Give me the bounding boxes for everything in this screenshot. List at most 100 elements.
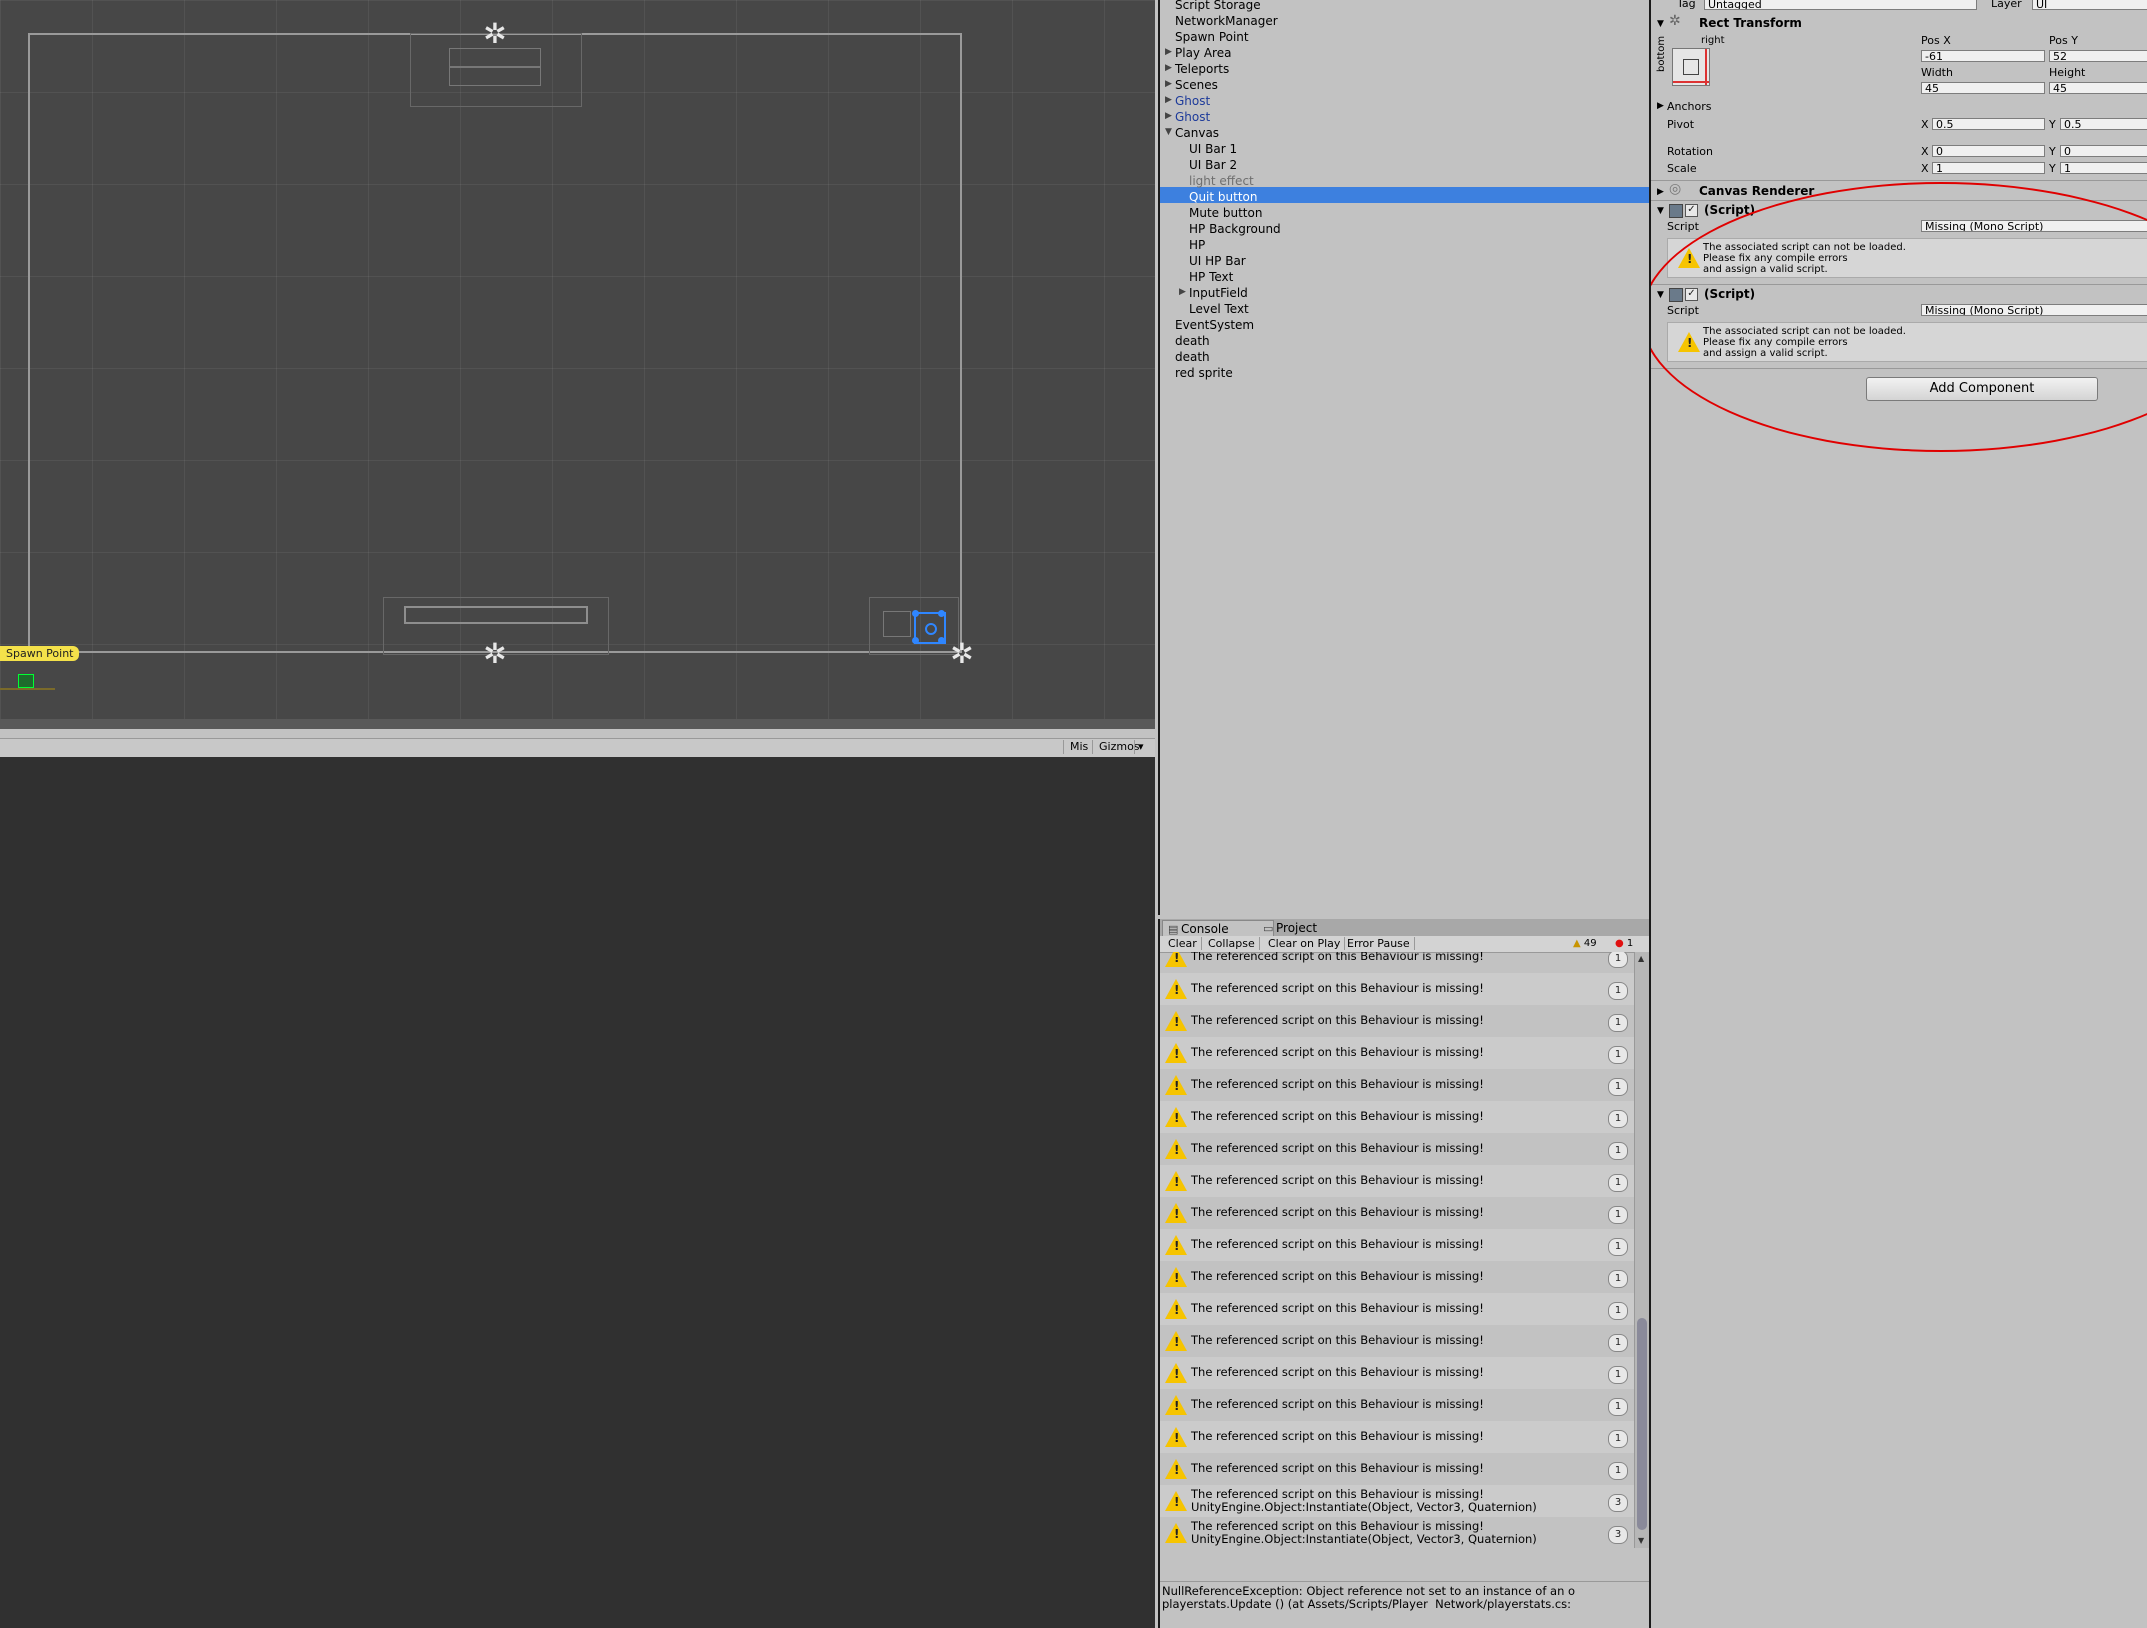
scrollbar-thumb[interactable]	[1637, 1318, 1647, 1530]
log-entry[interactable]: The referenced script on this Behaviour …	[1160, 1229, 1634, 1261]
game-view[interactable]	[0, 757, 1155, 1628]
warning-filter-button[interactable]: ▲ 49	[1573, 937, 1597, 950]
log-entry[interactable]: The referenced script on this Behaviour …	[1160, 1197, 1634, 1229]
console-detail-pane[interactable]: NullReferenceException: Object reference…	[1160, 1581, 1649, 1628]
scale-y-field[interactable]: 1	[2060, 162, 2147, 174]
expand-arrow-icon[interactable]: ▶	[1165, 63, 1172, 73]
log-entry[interactable]: The referenced script on this Behaviour …	[1160, 1165, 1634, 1197]
log-count-badge: 1	[1608, 1014, 1628, 1032]
hierarchy-item[interactable]: Teleports	[1175, 61, 1229, 77]
pivot-x-label: X	[1921, 118, 1929, 131]
gizmos-dropdown-icon[interactable]: ▾	[1134, 740, 1147, 754]
scroll-down-icon[interactable]: ▼	[1638, 1536, 1644, 1545]
error-filter-button[interactable]: ● 1	[1615, 937, 1633, 950]
hierarchy-item[interactable]: Level Text	[1189, 301, 1249, 317]
resize-handle[interactable]	[912, 637, 919, 644]
log-entry[interactable]: The referenced script on this Behaviour …	[1160, 1389, 1634, 1421]
hierarchy-item[interactable]: Play Area	[1175, 45, 1231, 61]
log-entry[interactable]: The referenced script on this Behaviour …	[1160, 1101, 1634, 1133]
layer-dropdown[interactable]: UI	[2032, 0, 2147, 10]
log-entry[interactable]: The referenced script on this Behaviour …	[1160, 1453, 1634, 1485]
collapse-arrow-icon[interactable]: ▼	[1657, 205, 1664, 218]
anchor-icon[interactable]: ✲	[948, 640, 976, 668]
hierarchy-item[interactable]: Quit button	[1189, 189, 1257, 205]
component-enabled-checkbox[interactable]: ✓	[1685, 204, 1698, 217]
log-entry[interactable]: The referenced script on this Behaviour …	[1160, 1357, 1634, 1389]
hierarchy-item[interactable]: Canvas	[1175, 125, 1219, 141]
width-field[interactable]: 45	[1921, 82, 2045, 94]
pivot-y-field[interactable]: 0.5	[2060, 118, 2147, 130]
anchor-icon[interactable]: ✲	[481, 20, 509, 48]
log-entry[interactable]: The referenced script on this Behaviour …	[1160, 1133, 1634, 1165]
clear-on-play-button[interactable]: Clear on Play	[1264, 937, 1346, 950]
hierarchy-item[interactable]: Ghost	[1175, 93, 1210, 109]
anchor-icon[interactable]: ✲	[481, 640, 509, 668]
hierarchy-item[interactable]: Scenes	[1175, 77, 1218, 93]
collapse-arrow-icon[interactable]: ▼	[1657, 18, 1664, 31]
log-entry[interactable]: The referenced script on this Behaviour …	[1160, 952, 1634, 973]
warning-icon	[1165, 1043, 1187, 1063]
resize-handle[interactable]	[938, 637, 945, 644]
pivot-handle[interactable]	[925, 623, 937, 635]
hierarchy-item[interactable]: death	[1175, 333, 1210, 349]
warning-icon	[1165, 1395, 1187, 1415]
hierarchy-item[interactable]: HP Background	[1189, 221, 1281, 237]
log-entry[interactable]: The referenced script on this Behaviour …	[1160, 1069, 1634, 1101]
mis-button[interactable]: Mis	[1063, 740, 1094, 754]
log-line-2: UnityEngine.Object:Instantiate(Object, V…	[1191, 1532, 1537, 1546]
error-pause-button[interactable]: Error Pause	[1343, 937, 1415, 950]
hierarchy-item[interactable]: Spawn Point	[1175, 29, 1249, 45]
log-entry[interactable]: The referenced script on this Behaviour …	[1160, 973, 1634, 1005]
hierarchy-item[interactable]: HP Text	[1189, 269, 1233, 285]
expand-arrow-icon[interactable]: ▶	[1179, 287, 1186, 297]
anchor-preset-button[interactable]	[1672, 48, 1710, 86]
spawn-point-icon[interactable]	[18, 674, 34, 688]
log-entry[interactable]: The referenced script on this Behaviour …	[1160, 1293, 1634, 1325]
hierarchy-item[interactable]: light effect	[1189, 173, 1254, 189]
resize-handle[interactable]	[938, 610, 945, 617]
hierarchy-item[interactable]: red sprite	[1175, 365, 1233, 381]
pos-y-field[interactable]: 52	[2049, 50, 2147, 62]
resize-handle[interactable]	[912, 610, 919, 617]
log-entry[interactable]: The referenced script on this Behaviour …	[1160, 1261, 1634, 1293]
hierarchy-item[interactable]: InputField	[1189, 285, 1248, 301]
console-scrollbar[interactable]: ▲ ▼	[1634, 952, 1649, 1548]
anchors-expand-arrow-icon[interactable]: ▶	[1657, 100, 1664, 113]
clear-button[interactable]: Clear	[1164, 937, 1202, 950]
hierarchy-item[interactable]: NetworkManager	[1175, 13, 1278, 29]
hierarchy-item[interactable]: Mute button	[1189, 205, 1262, 221]
anchors-label[interactable]: Anchors	[1667, 100, 1712, 113]
hierarchy-item[interactable]: UI HP Bar	[1189, 253, 1246, 269]
scroll-up-icon[interactable]: ▲	[1638, 954, 1644, 963]
log-entry[interactable]: The referenced script on this Behaviour …	[1160, 1421, 1634, 1453]
tag-dropdown[interactable]: Untagged	[1704, 0, 1977, 10]
expand-arrow-icon[interactable]: ▶	[1165, 79, 1172, 89]
height-field[interactable]: 45	[2049, 82, 2147, 94]
expand-arrow-icon[interactable]: ▶	[1165, 47, 1172, 57]
log-entry[interactable]: The referenced script on this Behaviour …	[1160, 1517, 1634, 1548]
rotation-y-field[interactable]: 0	[2060, 145, 2147, 157]
scene-view[interactable]: ✲ ✲ ✲ Spawn Point	[0, 0, 1155, 719]
pivot-x-field[interactable]: 0.5	[1932, 118, 2045, 130]
hierarchy-item[interactable]: Ghost	[1175, 109, 1210, 125]
hierarchy-item[interactable]: death	[1175, 349, 1210, 365]
expand-arrow-icon[interactable]: ▶	[1165, 95, 1172, 105]
expand-arrow-icon[interactable]: ▶	[1657, 186, 1664, 199]
expand-arrow-icon[interactable]: ▼	[1165, 127, 1172, 137]
hierarchy-item[interactable]: UI Bar 2	[1189, 157, 1237, 173]
tab-project[interactable]: ▭ Project	[1258, 920, 1366, 936]
rotation-x-field[interactable]: 0	[1932, 145, 2045, 157]
log-entry[interactable]: The referenced script on this Behaviour …	[1160, 1325, 1634, 1357]
collapse-button[interactable]: Collapse	[1204, 937, 1260, 950]
log-entry[interactable]: The referenced script on this Behaviour …	[1160, 1005, 1634, 1037]
hierarchy-item[interactable]: UI Bar 1	[1189, 141, 1237, 157]
pos-x-field[interactable]: -61	[1921, 50, 2045, 62]
scale-x-field[interactable]: 1	[1932, 162, 2045, 174]
expand-arrow-icon[interactable]: ▶	[1165, 111, 1172, 121]
hierarchy-item[interactable]: HP	[1189, 237, 1205, 253]
log-entry[interactable]: The referenced script on this Behaviour …	[1160, 1485, 1634, 1517]
log-message: The referenced script on this Behaviour …	[1191, 1302, 1484, 1315]
log-entry[interactable]: The referenced script on this Behaviour …	[1160, 1037, 1634, 1069]
hierarchy-item[interactable]: EventSystem	[1175, 317, 1254, 333]
hierarchy-item[interactable]: Script Storage	[1175, 0, 1261, 13]
